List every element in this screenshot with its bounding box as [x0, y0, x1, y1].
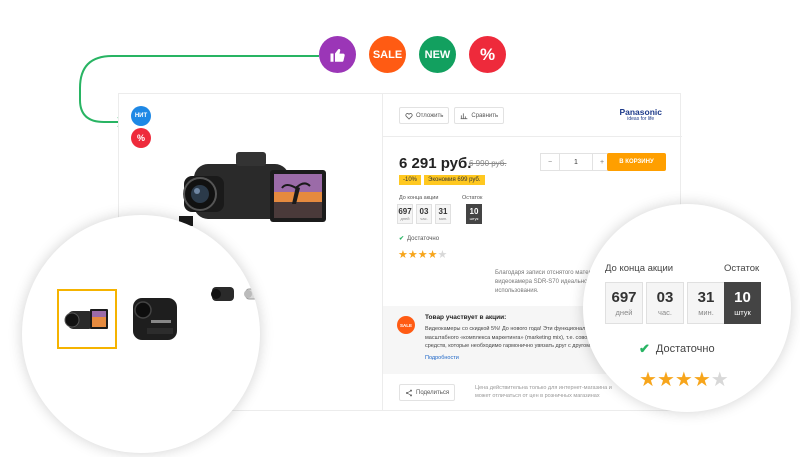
check-icon: ✔: [639, 341, 650, 356]
hours-value-zoomed: 03: [656, 289, 674, 306]
stock-box: 10 штук: [466, 204, 482, 224]
percent-mini-badge: %: [131, 128, 151, 148]
hours-box: 03 час.: [416, 204, 432, 224]
check-icon: ✔: [399, 236, 405, 242]
days-label-zoomed: дней: [615, 308, 633, 317]
compare-button[interactable]: Сравнить: [454, 107, 505, 124]
stock-label: штук: [469, 216, 479, 221]
minutes-label-zoomed: мин.: [698, 308, 714, 317]
camera-side-image: [133, 298, 177, 340]
star-icon: ★: [674, 369, 693, 391]
quantity-stepper[interactable]: − 1 +: [540, 153, 612, 171]
thumbnails-zoom: [22, 215, 260, 453]
new-badge-label: NEW: [424, 48, 451, 61]
stock-heading-zoomed: Остаток: [724, 263, 760, 274]
stock-heading: Остаток: [462, 195, 483, 201]
add-to-cart-button[interactable]: В КОРЗИНУ: [607, 153, 666, 171]
rating-stars[interactable]: ★★★★★: [398, 248, 447, 261]
timer-zoom: До конца акции Остаток 697 дней 03 час. 31…: [583, 204, 791, 412]
minutes-label: мин.: [438, 216, 448, 221]
percent-badge-label: %: [479, 44, 496, 64]
hours-box-zoomed: 03 час.: [646, 282, 684, 324]
divider: [383, 136, 682, 137]
hours-value: 03: [419, 207, 429, 216]
minutes-box: 31 мин.: [435, 204, 451, 224]
wishlist-button[interactable]: Отложить: [399, 107, 450, 124]
like-badge[interactable]: [319, 36, 356, 73]
star-icon: ★: [656, 369, 675, 391]
availability-text-zoomed: Достаточно: [655, 343, 715, 355]
days-value-zoomed: 697: [611, 289, 637, 306]
stock-label-zoomed: штук: [734, 308, 751, 317]
star-icon: ★: [398, 249, 408, 261]
hit-mini-badge: НИТ: [131, 106, 151, 126]
promo-details-link[interactable]: Подробности: [425, 355, 459, 361]
heart-icon: [405, 112, 413, 120]
days-box-zoomed: 697 дней: [605, 282, 643, 324]
new-badge[interactable]: NEW: [419, 36, 456, 73]
thumbs-up-icon: [330, 48, 345, 62]
bar-chart-icon: [461, 112, 468, 119]
hours-label-zoomed: час.: [658, 308, 672, 317]
days-box: 697 дней: [397, 204, 413, 224]
star-icon: ★: [417, 249, 428, 261]
discount-percent: -10%: [399, 175, 422, 185]
share-icon: [406, 389, 412, 396]
current-price: 6 291 руб.: [399, 155, 472, 172]
qty-value[interactable]: 1: [559, 154, 593, 170]
star-icon: ★: [692, 369, 711, 391]
days-label: дней: [400, 216, 410, 221]
stock-box-zoomed: 10 штук: [724, 282, 761, 324]
minutes-value: 31: [438, 207, 448, 216]
percent-badge[interactable]: %: [469, 36, 506, 73]
brand-logo: Panasonic ideas for life: [619, 107, 662, 122]
thumbnail-active[interactable]: [57, 289, 117, 349]
price-note: Цена действительна только для интернет-м…: [475, 385, 612, 399]
product-image[interactable]: [174, 146, 334, 242]
old-price: 6 990 руб.: [469, 159, 507, 168]
percent-mini-label: %: [136, 133, 145, 143]
share-label: Поделиться: [416, 389, 450, 396]
star-icon: ★: [437, 249, 448, 261]
sale-badge-label: SALE: [372, 48, 403, 61]
availability-text: Достаточно: [407, 235, 440, 242]
hours-label: час.: [420, 216, 428, 221]
compare-label: Сравнить: [471, 112, 499, 119]
star-icon: ★: [407, 249, 418, 261]
camera-thumb-image: [64, 309, 108, 329]
share-button[interactable]: Поделиться: [399, 384, 456, 401]
stock-value: 10: [469, 207, 479, 216]
star-icon: ★: [710, 369, 729, 391]
discount-badges: -10% Экономия 699 руб.: [399, 175, 485, 185]
thumbnail-3[interactable]: [210, 279, 260, 309]
star-icon: ★: [639, 369, 657, 391]
availability: ✔ Достаточно: [399, 235, 440, 243]
sale-badge[interactable]: SALE: [369, 36, 406, 73]
promo-sale-badge: SALE: [397, 316, 415, 334]
availability-zoomed: ✔ Достаточно: [639, 341, 715, 357]
wishlist-label: Отложить: [416, 112, 444, 119]
timer-heading: До конца акции: [399, 195, 439, 201]
countdown-timer-zoomed: 697 дней 03 час. 31 мин.: [605, 282, 725, 324]
action-row: Отложить Сравнить: [399, 107, 505, 124]
hit-mini-label: НИТ: [134, 113, 148, 119]
qty-minus-button[interactable]: −: [541, 154, 559, 170]
stock-value-zoomed: 10: [734, 289, 751, 306]
sticker-badges: SALE NEW %: [319, 36, 506, 73]
promo-title: Товар участвует в акции:: [425, 314, 507, 321]
timer-heading-zoomed: До конца акции: [605, 263, 674, 274]
star-icon: ★: [427, 249, 438, 261]
minutes-box-zoomed: 31 мин.: [687, 282, 725, 324]
rating-stars-zoomed[interactable]: ★★★★★: [639, 367, 729, 392]
saving-badge: Экономия 699 руб.: [424, 175, 485, 185]
thumbnail-2[interactable]: [126, 289, 186, 349]
minutes-value-zoomed: 31: [697, 289, 715, 306]
days-value: 697: [398, 207, 412, 216]
countdown-timer: 697 дней 03 час. 31 мин.: [397, 204, 451, 224]
